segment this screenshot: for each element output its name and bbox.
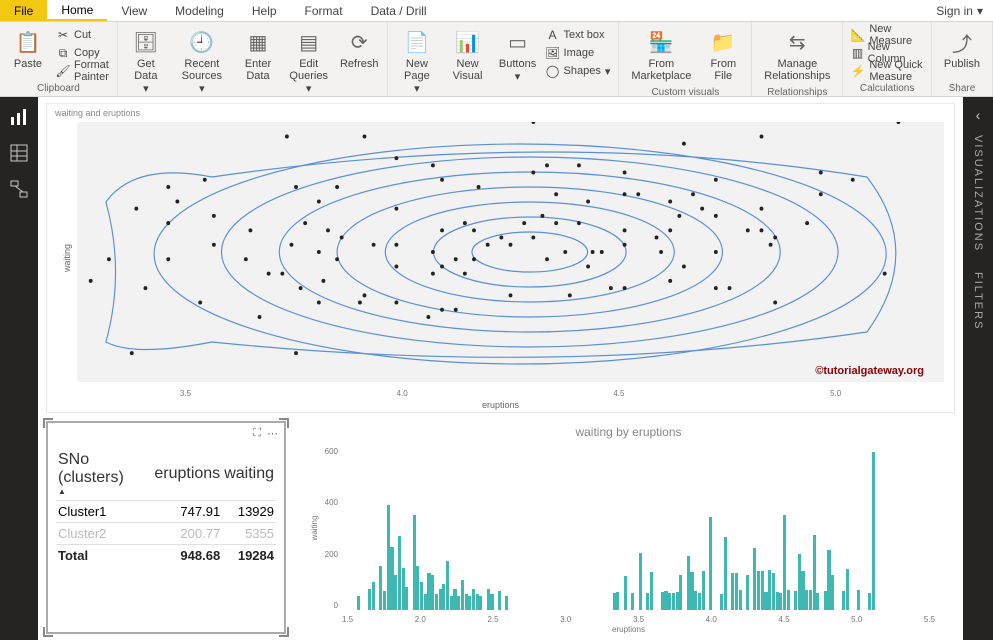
barchart-yticks: 6004002000 bbox=[316, 447, 338, 610]
grid-icon: ▤ bbox=[295, 28, 323, 56]
right-panes: ‹ VISUALIZATIONS FILTERS bbox=[963, 97, 993, 640]
menu-datadrill[interactable]: Data / Drill bbox=[357, 0, 441, 21]
contour-xlabel: eruptions bbox=[482, 400, 519, 410]
get-data-button[interactable]: 🗄Get Data▾ bbox=[124, 24, 168, 99]
copy-icon: ⧉ bbox=[56, 46, 70, 60]
report-canvas[interactable]: waiting and eruptions waiting 3.54.04.55… bbox=[38, 97, 963, 640]
col-waiting[interactable]: waiting bbox=[222, 447, 276, 501]
menu-home[interactable]: Home bbox=[47, 0, 107, 21]
contour-ylabel: waiting bbox=[62, 244, 72, 272]
recent-sources-button[interactable]: 🕘Recent Sources▾ bbox=[172, 24, 232, 99]
group-share-label: Share bbox=[938, 82, 986, 96]
chart-icon: 📊 bbox=[454, 28, 482, 56]
folder-icon: 📁 bbox=[709, 28, 737, 56]
measure-icon: 📐 bbox=[851, 28, 865, 42]
sort-asc-icon: ▲ bbox=[58, 487, 150, 496]
textbox-button[interactable]: AText box bbox=[544, 26, 613, 44]
image-icon: 🖼 bbox=[546, 46, 560, 60]
new-quick-measure-button[interactable]: ⚡New Quick Measure bbox=[849, 62, 925, 80]
chevron-down-icon: ▾ bbox=[977, 4, 983, 18]
chevron-down-icon: ▾ bbox=[414, 82, 420, 95]
barchart-visual[interactable]: waiting by eruptions waiting 6004002000 … bbox=[302, 421, 955, 634]
flash-icon: ⚡ bbox=[851, 64, 865, 78]
new-page-button[interactable]: 📄New Page▾ bbox=[394, 24, 439, 99]
barchart-title: waiting by eruptions bbox=[302, 421, 955, 443]
report-view-button[interactable] bbox=[7, 105, 31, 129]
filters-pane-label[interactable]: FILTERS bbox=[972, 272, 984, 330]
menu-modeling[interactable]: Modeling bbox=[161, 0, 238, 21]
textbox-icon: A bbox=[546, 28, 560, 42]
left-nav-rail bbox=[0, 97, 38, 640]
database-icon: 🗄 bbox=[132, 28, 160, 56]
shapes-button[interactable]: ◯Shapes ▾ bbox=[544, 62, 613, 80]
col-eruptions[interactable]: eruptions bbox=[152, 447, 222, 501]
refresh-icon: ⟳ bbox=[345, 28, 373, 56]
table-icon: ▦ bbox=[244, 28, 272, 56]
from-file-button[interactable]: 📁From File bbox=[701, 24, 745, 86]
barchart-xticks: 1.52.02.53.03.54.04.55.05.5 bbox=[342, 615, 935, 624]
expand-panes-button[interactable]: ‹ bbox=[972, 103, 985, 127]
contour-plot-area bbox=[77, 122, 944, 382]
contour-visual[interactable]: waiting and eruptions waiting 3.54.04.55… bbox=[46, 103, 955, 413]
barchart-bars bbox=[342, 447, 935, 610]
store-icon: 🏪 bbox=[647, 28, 675, 56]
image-button[interactable]: 🖼Image bbox=[544, 44, 613, 62]
shapes-icon: ◯ bbox=[546, 64, 560, 78]
barchart-xlabel: eruptions bbox=[612, 625, 645, 634]
from-marketplace-button[interactable]: 🏪From Marketplace bbox=[625, 24, 697, 86]
page-icon: 📄 bbox=[403, 28, 431, 56]
button-icon: ▭ bbox=[504, 28, 532, 56]
group-clipboard-label: Clipboard bbox=[6, 82, 111, 96]
brush-icon: 🖌 bbox=[56, 64, 70, 78]
format-painter-button[interactable]: 🖌Format Painter bbox=[54, 62, 111, 80]
menu-help[interactable]: Help bbox=[238, 0, 291, 21]
model-view-button[interactable] bbox=[7, 177, 31, 201]
paste-button[interactable]: 📋Paste bbox=[6, 24, 50, 74]
focus-mode-icon[interactable]: ⛶ bbox=[253, 427, 261, 440]
ribbon: 📋Paste ✂Cut ⧉Copy 🖌Format Painter Clipbo… bbox=[0, 22, 993, 97]
menu-view[interactable]: View bbox=[107, 0, 161, 21]
table-row[interactable]: Cluster1747.9113929 bbox=[56, 501, 276, 523]
chevron-down-icon: ▾ bbox=[143, 82, 149, 95]
cut-button[interactable]: ✂Cut bbox=[54, 26, 111, 44]
new-visual-button[interactable]: 📊New Visual bbox=[444, 24, 492, 86]
column-icon: ▥ bbox=[851, 46, 863, 60]
chevron-down-icon: ▾ bbox=[515, 70, 521, 83]
table-total-row: Total948.6819284 bbox=[56, 545, 276, 567]
contour-title: waiting and eruptions bbox=[47, 104, 954, 122]
edit-queries-button[interactable]: ▤Edit Queries▾ bbox=[284, 24, 333, 99]
contour-xticks: 3.54.04.55.0 bbox=[77, 389, 944, 398]
menu-file[interactable]: File bbox=[0, 0, 47, 21]
table-row[interactable]: Cluster2200.775355 bbox=[56, 523, 276, 545]
scissors-icon: ✂ bbox=[56, 28, 70, 42]
table-visual[interactable]: ⛶ ⋯ SNo (clusters)▲ eruptions waiting Cl… bbox=[46, 421, 286, 634]
clipboard-icon: 📋 bbox=[14, 28, 42, 56]
menu-bar: File Home View Modeling Help Format Data… bbox=[0, 0, 993, 22]
buttons-button[interactable]: ▭Buttons▾ bbox=[496, 24, 540, 87]
data-view-button[interactable] bbox=[7, 141, 31, 165]
relations-icon: ⇆ bbox=[783, 28, 811, 56]
group-calculations-label: Calculations bbox=[849, 82, 925, 96]
menu-format[interactable]: Format bbox=[291, 0, 357, 21]
sign-in-link[interactable]: Sign in▾ bbox=[926, 0, 993, 21]
chevron-down-icon: ▾ bbox=[199, 82, 205, 95]
watermark-text: ©tutorialgateway.org bbox=[815, 365, 924, 377]
clock-icon: 🕘 bbox=[188, 28, 216, 56]
visualizations-pane-label[interactable]: VISUALIZATIONS bbox=[972, 135, 984, 252]
manage-relationships-button[interactable]: ⇆Manage Relationships bbox=[758, 24, 836, 86]
refresh-button[interactable]: ⟳Refresh bbox=[337, 24, 381, 74]
publish-icon: ⤴ bbox=[948, 28, 976, 56]
chevron-down-icon: ▾ bbox=[306, 82, 312, 95]
enter-data-button[interactable]: ▦Enter Data bbox=[236, 24, 280, 86]
publish-button[interactable]: ⤴Publish bbox=[938, 24, 986, 74]
more-options-icon[interactable]: ⋯ bbox=[267, 427, 278, 440]
col-sno[interactable]: SNo (clusters)▲ bbox=[56, 447, 152, 501]
